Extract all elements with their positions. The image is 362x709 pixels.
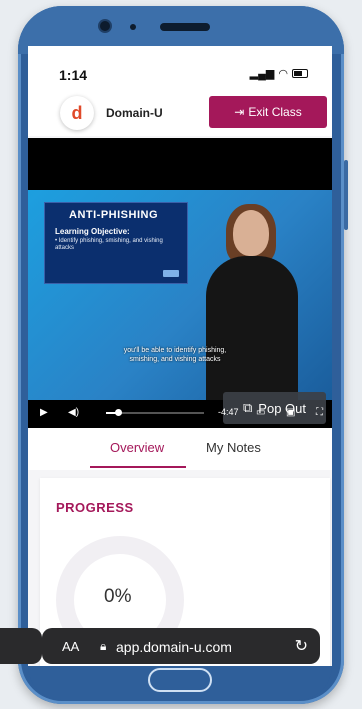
browser-tab-edge[interactable]: [0, 628, 42, 664]
url-text[interactable]: app.domain-u.com: [116, 639, 232, 655]
app-header: d Domain-U ⇥ Exit Class: [28, 94, 332, 136]
video-player[interactable]: ANTI-PHISHING Learning Objective: • Iden…: [28, 138, 332, 428]
slide-bullet: • Identify phishing, smishing, and vishi…: [55, 238, 163, 251]
status-bar: 1:14 ▂▄▆ ◠: [28, 46, 332, 96]
slide-logo: [163, 270, 179, 277]
sensor-icon: [130, 24, 136, 30]
video-caption: you'll be able to identify phishing, smi…: [123, 347, 227, 363]
volume-icon[interactable]: ◀): [68, 407, 79, 418]
slide-title: ANTI-PHISHING: [69, 209, 158, 221]
wifi-icon: ◠: [278, 68, 288, 80]
lock-icon: 🔒︎: [100, 639, 107, 653]
exit-class-label: Exit Class: [248, 105, 302, 119]
slide-subtitle: Learning Objective:: [55, 227, 130, 236]
active-tab-underline: [90, 466, 186, 468]
signal-icon: ▂▄▆: [249, 68, 275, 80]
captions-icon[interactable]: ▭: [256, 407, 265, 418]
content-tabs: Overview My Notes: [28, 428, 332, 470]
domain-u-logo[interactable]: d: [60, 96, 94, 130]
address-bar[interactable]: AA 🔒︎ app.domain-u.com ↻: [42, 628, 320, 664]
progress-title: PROGRESS: [56, 500, 134, 515]
picture-in-picture-icon[interactable]: ▣: [286, 407, 295, 418]
reader-options-button[interactable]: AA: [62, 639, 79, 654]
phone-chin: [28, 666, 332, 700]
status-icons: ▂▄▆ ◠: [250, 67, 308, 80]
camera-icon: [100, 21, 110, 31]
presenter-body: [206, 256, 298, 400]
seek-handle[interactable]: [114, 409, 122, 416]
home-button[interactable]: [148, 668, 212, 692]
exit-class-button[interactable]: ⇥ Exit Class: [209, 96, 327, 128]
tab-overview[interactable]: Overview: [110, 440, 164, 455]
status-time: 1:14: [59, 67, 88, 83]
reload-icon[interactable]: ↻: [295, 636, 308, 656]
presenter-face: [233, 210, 269, 256]
seek-bar[interactable]: [106, 409, 204, 416]
speaker-grille: [160, 23, 210, 31]
play-icon[interactable]: ▶: [40, 407, 48, 418]
fullscreen-icon[interactable]: ⛶: [316, 407, 323, 418]
video-frame[interactable]: ANTI-PHISHING Learning Objective: • Iden…: [28, 190, 332, 400]
progress-value: 0%: [104, 586, 132, 607]
side-button: [344, 160, 348, 230]
screen: 1:14 ▂▄▆ ◠ d Domain-U ⇥ Exit Class ANTI-…: [28, 46, 332, 666]
battery-icon: [292, 69, 308, 78]
time-remaining: -4:47: [218, 407, 239, 417]
sign-out-icon: ⇥: [234, 105, 245, 119]
browser-url-bar: AA 🔒︎ app.domain-u.com ↻: [0, 626, 362, 666]
brand-name: Domain-U: [106, 106, 163, 120]
video-controls: ▶ ◀) -4:47 ▭ ▣ ⛶: [28, 402, 332, 424]
lesson-slide: ANTI-PHISHING Learning Objective: • Iden…: [44, 202, 188, 284]
tab-my-notes[interactable]: My Notes: [206, 440, 261, 455]
